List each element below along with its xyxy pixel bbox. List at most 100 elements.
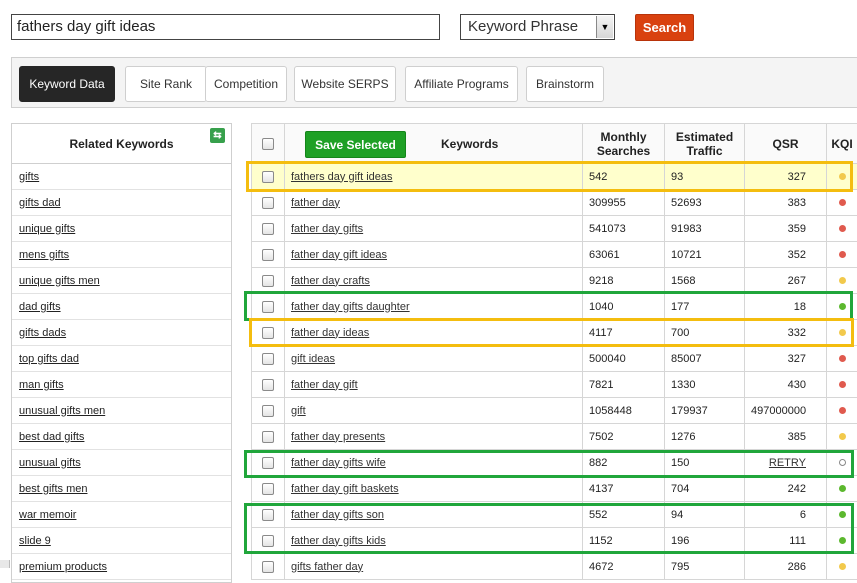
tab-keyword-data[interactable]: Keyword Data bbox=[19, 66, 115, 102]
monthly-searches-cell: 63061 bbox=[583, 242, 665, 268]
chevron-down-icon[interactable]: ▼ bbox=[596, 16, 613, 38]
row-checkbox[interactable] bbox=[262, 483, 274, 495]
save-selected-button[interactable]: Save Selected bbox=[305, 131, 406, 158]
monthly-searches-cell: 1040 bbox=[583, 294, 665, 320]
row-checkbox[interactable] bbox=[262, 431, 274, 443]
tab-strip: Keyword Data Site Rank Competition Websi… bbox=[11, 57, 857, 108]
search-button[interactable]: Search bbox=[635, 14, 694, 41]
table-row: father day ideas4117700332 bbox=[252, 320, 857, 346]
qsr-header[interactable]: QSR bbox=[745, 124, 827, 164]
search-input[interactable]: fathers day gift ideas bbox=[11, 14, 440, 40]
kqi-cell bbox=[827, 294, 857, 320]
row-select-cell bbox=[252, 502, 285, 528]
related-keyword-link[interactable]: best dad gifts bbox=[12, 424, 231, 450]
tab-affiliate-programs[interactable]: Affiliate Programs bbox=[405, 66, 518, 102]
select-all-checkbox[interactable] bbox=[262, 138, 274, 150]
tab-brainstorm[interactable]: Brainstorm bbox=[526, 66, 604, 102]
keyword-link[interactable]: father day gifts kids bbox=[285, 528, 583, 554]
row-checkbox[interactable] bbox=[262, 197, 274, 209]
keyword-link[interactable]: father day gift bbox=[285, 372, 583, 398]
keyword-link[interactable]: father day presents bbox=[285, 424, 583, 450]
keyword-link[interactable]: father day bbox=[285, 190, 583, 216]
related-keyword-link[interactable]: gifts dads bbox=[12, 320, 231, 346]
keyword-link[interactable]: gift ideas bbox=[285, 346, 583, 372]
monthly-searches-cell: 541073 bbox=[583, 216, 665, 242]
monthly-searches-cell: 4117 bbox=[583, 320, 665, 346]
related-keyword-link[interactable]: gifts dad bbox=[12, 190, 231, 216]
estimated-traffic-cell: 94 bbox=[665, 502, 745, 528]
keyword-link[interactable]: father day gifts bbox=[285, 216, 583, 242]
table-row: father day30995552693383 bbox=[252, 190, 857, 216]
kqi-cell bbox=[827, 398, 857, 424]
row-checkbox[interactable] bbox=[262, 171, 274, 183]
monthly-searches-cell: 4137 bbox=[583, 476, 665, 502]
row-checkbox[interactable] bbox=[262, 509, 274, 521]
estimated-traffic-header[interactable]: Estimated Traffic bbox=[665, 124, 745, 164]
related-keyword-link[interactable]: unusual gifts men bbox=[12, 398, 231, 424]
related-keyword-link[interactable]: mens gifts bbox=[12, 242, 231, 268]
kqi-cell bbox=[827, 372, 857, 398]
kqi-cell bbox=[827, 502, 857, 528]
tab-competition[interactable]: Competition bbox=[205, 66, 287, 102]
table-header-row: Save Selected Keywords Monthly Searches … bbox=[252, 124, 857, 164]
row-checkbox[interactable] bbox=[262, 405, 274, 417]
related-keyword-link[interactable]: unusual gifts bbox=[12, 450, 231, 476]
retry-link[interactable]: RETRY bbox=[745, 450, 827, 476]
row-checkbox[interactable] bbox=[262, 301, 274, 313]
monthly-searches-header[interactable]: Monthly Searches bbox=[583, 124, 665, 164]
kqi-cell bbox=[827, 268, 857, 294]
row-checkbox[interactable] bbox=[262, 275, 274, 287]
row-checkbox[interactable] bbox=[262, 249, 274, 261]
tab-website-serps[interactable]: Website SERPS bbox=[294, 66, 396, 102]
related-keyword-link[interactable]: gifts bbox=[12, 164, 231, 190]
keyword-link[interactable]: father day gift baskets bbox=[285, 476, 583, 502]
row-checkbox[interactable] bbox=[262, 457, 274, 469]
qsr-cell: 286 bbox=[745, 554, 827, 580]
match-type-value: Keyword Phrase bbox=[468, 18, 578, 35]
keyword-link[interactable]: father day gift ideas bbox=[285, 242, 583, 268]
estimated-traffic-cell: 93 bbox=[665, 164, 745, 190]
keyword-link[interactable]: father day ideas bbox=[285, 320, 583, 346]
refresh-icon[interactable]: ⇆ bbox=[210, 128, 225, 143]
keyword-link[interactable]: fathers day gift ideas bbox=[285, 164, 583, 190]
related-keyword-link[interactable]: slide 9 bbox=[12, 528, 231, 554]
related-keyword-link[interactable]: unique gifts men bbox=[12, 268, 231, 294]
kqi-status-icon bbox=[839, 199, 846, 206]
kqi-header[interactable]: KQI bbox=[827, 124, 857, 164]
related-keyword-link[interactable]: man gifts bbox=[12, 372, 231, 398]
row-checkbox[interactable] bbox=[262, 327, 274, 339]
kqi-status-icon bbox=[839, 225, 846, 232]
row-select-cell bbox=[252, 476, 285, 502]
row-checkbox[interactable] bbox=[262, 353, 274, 365]
keyword-link[interactable]: father day crafts bbox=[285, 268, 583, 294]
match-type-select[interactable]: Keyword Phrase ▼ bbox=[460, 14, 615, 40]
monthly-searches-cell: 1152 bbox=[583, 528, 665, 554]
row-checkbox[interactable] bbox=[262, 535, 274, 547]
related-keyword-link[interactable]: premium products bbox=[12, 554, 231, 580]
qsr-cell: 327 bbox=[745, 346, 827, 372]
keyword-table-body: fathers day gift ideas54293327father day… bbox=[252, 164, 857, 580]
kqi-cell bbox=[827, 346, 857, 372]
kqi-cell bbox=[827, 476, 857, 502]
kqi-cell bbox=[827, 554, 857, 580]
scrollbar[interactable] bbox=[0, 560, 10, 568]
related-keyword-link[interactable]: unique gifts bbox=[12, 216, 231, 242]
keyword-link[interactable]: gift bbox=[285, 398, 583, 424]
row-checkbox[interactable] bbox=[262, 379, 274, 391]
qsr-cell: 327 bbox=[745, 164, 827, 190]
row-checkbox[interactable] bbox=[262, 223, 274, 235]
row-select-cell bbox=[252, 164, 285, 190]
monthly-searches-cell: 7821 bbox=[583, 372, 665, 398]
keyword-link[interactable]: gifts father day bbox=[285, 554, 583, 580]
keyword-link[interactable]: father day gifts son bbox=[285, 502, 583, 528]
related-keyword-link[interactable]: best gifts men bbox=[12, 476, 231, 502]
row-checkbox[interactable] bbox=[262, 561, 274, 573]
keyword-link[interactable]: father day gifts daughter bbox=[285, 294, 583, 320]
tab-site-rank[interactable]: Site Rank bbox=[125, 66, 207, 102]
monthly-searches-cell: 309955 bbox=[583, 190, 665, 216]
monthly-searches-cell: 882 bbox=[583, 450, 665, 476]
related-keyword-link[interactable]: top gifts dad bbox=[12, 346, 231, 372]
keyword-link[interactable]: father day gifts wife bbox=[285, 450, 583, 476]
related-keyword-link[interactable]: war memoir bbox=[12, 502, 231, 528]
related-keyword-link[interactable]: dad gifts bbox=[12, 294, 231, 320]
